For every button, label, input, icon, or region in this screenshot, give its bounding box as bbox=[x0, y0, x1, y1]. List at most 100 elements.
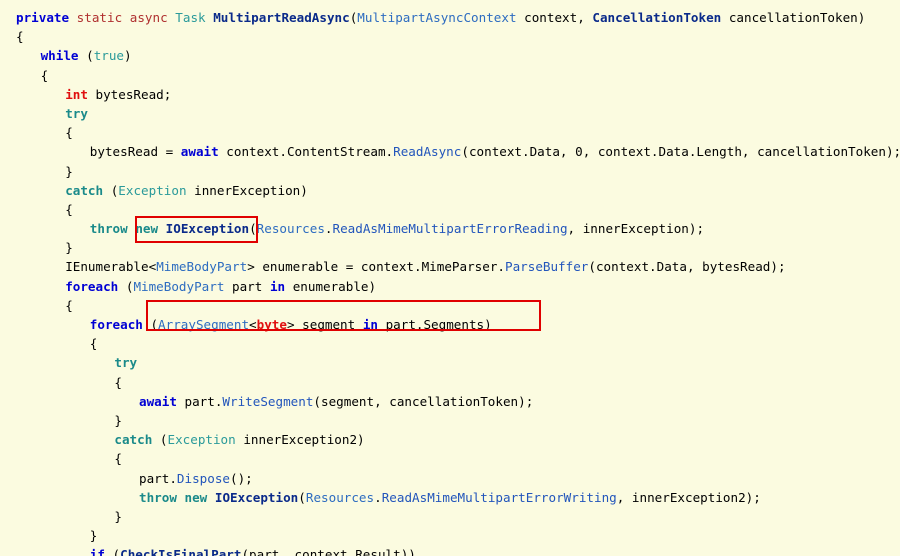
code-token: part.Segments) bbox=[377, 317, 492, 332]
code-token: { bbox=[65, 201, 73, 217]
code-token: bytesRead = bbox=[89, 144, 181, 160]
code-line: } bbox=[0, 162, 900, 181]
code-token: Exception bbox=[118, 182, 187, 198]
code-token: try bbox=[114, 355, 138, 371]
code-token: . bbox=[374, 489, 382, 505]
code-line: catch (Exception innerException) bbox=[0, 181, 900, 200]
code-token: < bbox=[249, 317, 257, 332]
code-token: while bbox=[40, 48, 79, 64]
code-line: while (true) bbox=[0, 46, 900, 65]
code-token: int bbox=[65, 86, 88, 102]
code-token: 0 bbox=[575, 144, 583, 160]
code-token: try bbox=[65, 105, 88, 121]
code-line: { bbox=[0, 373, 900, 392]
code-token: part. bbox=[176, 393, 223, 409]
code-token: } bbox=[89, 528, 98, 544]
code-token: { bbox=[16, 29, 24, 45]
code-token: ReadAsMimeMultipartErrorWriting bbox=[381, 489, 617, 505]
code-token: Dispose bbox=[176, 470, 230, 486]
code-token: , innerException2); bbox=[616, 489, 761, 505]
code-token: ParseBuffer bbox=[504, 259, 589, 275]
code-token: { bbox=[89, 336, 98, 352]
code-line: try bbox=[0, 353, 900, 372]
code-line: } bbox=[0, 238, 900, 257]
code-token: ( bbox=[249, 221, 257, 237]
code-token: innerException) bbox=[186, 182, 308, 198]
code-token: context.ContentStream. bbox=[218, 144, 394, 160]
code-token: { bbox=[65, 125, 73, 141]
code-line: foreach (ArraySegment<byte> segment in p… bbox=[0, 315, 900, 334]
code-token: ( bbox=[298, 489, 306, 505]
code-token: await bbox=[180, 144, 219, 160]
code-line: bytesRead = await context.ContentStream.… bbox=[0, 142, 900, 161]
code-line: if (CheckIsFinalPart(part, context.Resul… bbox=[0, 545, 900, 556]
code-line: { bbox=[0, 334, 900, 353]
code-token: in bbox=[269, 278, 286, 294]
code-token: Resources bbox=[305, 489, 375, 505]
code-token: new bbox=[135, 221, 159, 237]
code-token: foreach bbox=[65, 278, 119, 294]
code-token: part bbox=[224, 278, 270, 294]
code-token: { bbox=[114, 374, 122, 390]
code-token: async bbox=[129, 10, 168, 25]
code-token: bytesRead; bbox=[87, 86, 172, 102]
code-token: MultipartReadAsync bbox=[213, 10, 350, 25]
code-token: (context.Data, bbox=[461, 144, 576, 160]
code-line: { bbox=[0, 449, 900, 468]
code-token: } bbox=[65, 163, 73, 179]
code-token: } bbox=[114, 508, 122, 524]
code-token: CancellationToken bbox=[592, 10, 722, 25]
code-token: MimeBodyPart bbox=[133, 278, 225, 294]
code-token: part. bbox=[139, 470, 177, 486]
code-token: ArraySegment bbox=[158, 317, 250, 332]
code-token: ( bbox=[104, 547, 121, 556]
code-token: in bbox=[362, 317, 378, 332]
code-token: private bbox=[16, 10, 70, 25]
code-token: catch bbox=[65, 182, 104, 198]
code-token: true bbox=[93, 48, 125, 64]
code-line: IEnumerable<MimeBodyPart> enumerable = c… bbox=[0, 257, 900, 276]
code-token: > segment bbox=[286, 317, 363, 332]
code-line: int bytesRead; bbox=[0, 85, 900, 104]
code-token: . bbox=[324, 221, 333, 237]
code-token: CheckIsFinalPart bbox=[120, 547, 242, 556]
code-token: ReadAsync bbox=[393, 144, 462, 160]
code-token: if bbox=[89, 547, 105, 556]
code-listing: private static async Task MultipartReadA… bbox=[0, 0, 900, 556]
code-token: { bbox=[65, 297, 73, 313]
code-token: (part, context.Result)) bbox=[241, 547, 416, 556]
code-line: { bbox=[0, 27, 900, 46]
code-token: throw bbox=[139, 489, 177, 505]
code-token: MimeBodyPart bbox=[156, 259, 248, 275]
code-token: (segment, cancellationToken); bbox=[313, 393, 534, 409]
code-token: Resources bbox=[256, 221, 325, 237]
code-line: part.Dispose(); bbox=[0, 469, 900, 488]
code-token: throw bbox=[89, 221, 128, 237]
code-token: IOException bbox=[165, 221, 250, 237]
code-token: innerException2) bbox=[235, 432, 365, 448]
code-token: foreach bbox=[89, 317, 143, 332]
code-token: ( bbox=[142, 317, 159, 332]
code-token: ( bbox=[103, 182, 119, 198]
code-token: (); bbox=[230, 470, 253, 486]
code-token: ReadAsMimeMultipartErrorReading bbox=[332, 221, 568, 237]
code-line: { bbox=[0, 296, 900, 315]
code-token: IEnumerable bbox=[65, 259, 149, 275]
code-line: catch (Exception innerException2) bbox=[0, 430, 900, 449]
code-line: { bbox=[0, 123, 900, 142]
code-line: throw new IOException(Resources.ReadAsMi… bbox=[0, 488, 900, 507]
code-line: } bbox=[0, 507, 900, 526]
code-token: static bbox=[76, 10, 123, 25]
code-token: ) bbox=[124, 48, 132, 64]
code-token: ( bbox=[78, 48, 94, 64]
code-token: ( bbox=[118, 278, 134, 294]
code-line: { bbox=[0, 66, 900, 85]
code-token: , innerException); bbox=[567, 221, 705, 237]
code-token: new bbox=[184, 489, 208, 505]
code-line: } bbox=[0, 411, 900, 430]
